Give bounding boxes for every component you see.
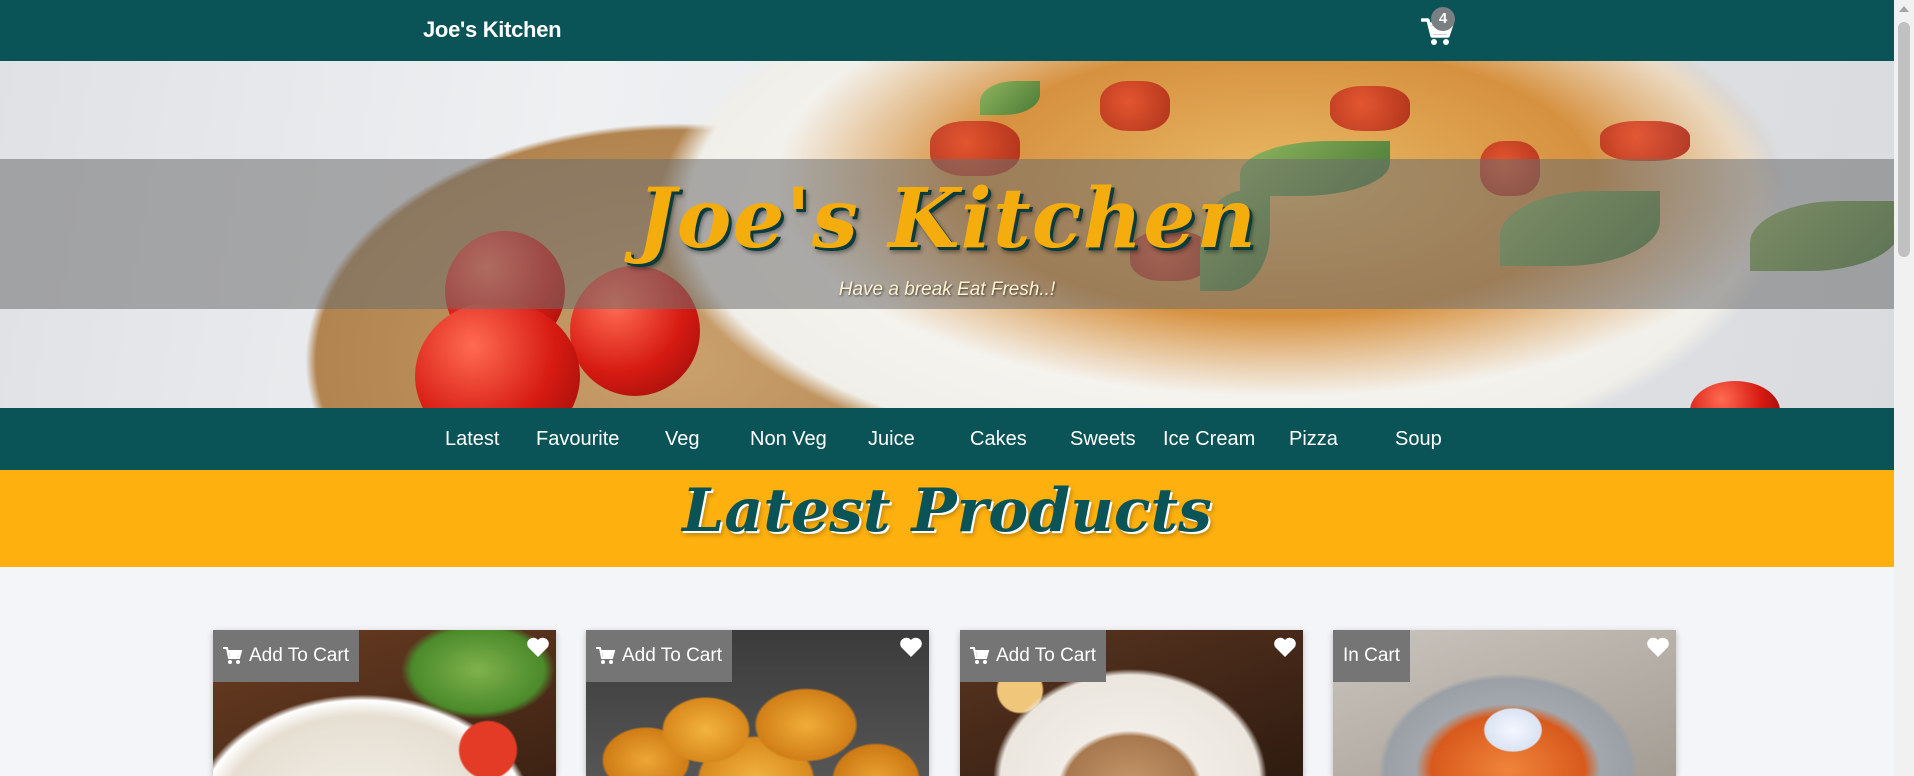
heart-icon	[527, 637, 549, 657]
hero-title: Joe's Kitchen	[636, 171, 1258, 267]
section-title: Latest Products	[682, 476, 1212, 546]
add-to-cart-label: Add To Cart	[622, 645, 722, 666]
favourite-button[interactable]	[1646, 636, 1670, 663]
top-navbar: Joe's Kitchen 4	[0, 0, 1894, 61]
heart-icon	[900, 637, 922, 657]
add-to-cart-button[interactable]: Add To Cart	[586, 630, 732, 682]
category-soup[interactable]: Soup	[1395, 428, 1442, 451]
hero-image-detail	[1600, 121, 1690, 161]
add-to-cart-label: Add To Cart	[249, 645, 349, 666]
brand-logo[interactable]: Joe's Kitchen	[423, 17, 562, 43]
scroll-up-icon[interactable]	[1899, 6, 1909, 12]
category-ice-cream[interactable]: Ice Cream	[1163, 428, 1255, 451]
cart-count-badge: 4	[1431, 7, 1455, 31]
category-pizza[interactable]: Pizza	[1289, 428, 1338, 451]
latest-products-banner: Latest Products	[0, 470, 1894, 567]
page-scrollbar[interactable]	[1894, 0, 1914, 776]
heart-icon	[1647, 637, 1669, 657]
in-cart-button[interactable]: In Cart	[1333, 630, 1411, 682]
add-to-cart-button[interactable]: Add To Cart	[960, 630, 1106, 682]
favourite-button[interactable]	[1273, 636, 1297, 663]
add-to-cart-label: Add To Cart	[996, 645, 1096, 666]
add-to-cart-button[interactable]: Add To Cart	[213, 630, 359, 682]
category-sweets[interactable]: Sweets	[1070, 428, 1136, 451]
hero-banner: Joe's Kitchen Have a break Eat Fresh..!	[0, 61, 1894, 408]
hero-image-detail	[980, 81, 1040, 115]
category-juice[interactable]: Juice	[868, 428, 915, 451]
cart-icon	[970, 647, 990, 664]
product-card[interactable]: Add To Cart	[586, 630, 929, 776]
cart-button[interactable]: 4	[1418, 7, 1468, 50]
cart-icon	[223, 647, 243, 664]
hero-image-detail	[1690, 381, 1780, 408]
heart-icon	[1274, 637, 1296, 657]
hero-subtitle: Have a break Eat Fresh..!	[838, 279, 1056, 300]
favourite-button[interactable]	[899, 636, 923, 663]
product-card[interactable]: Add To Cart	[960, 630, 1303, 776]
category-favourite[interactable]: Favourite	[536, 428, 619, 451]
in-cart-label: In Cart	[1343, 645, 1401, 666]
category-nav: Latest Favourite Veg Non Veg Juice Cakes…	[0, 408, 1894, 470]
hero-image-detail	[1100, 81, 1170, 131]
scrollbar-thumb[interactable]	[1898, 22, 1910, 257]
category-latest[interactable]: Latest	[445, 428, 499, 451]
category-cakes[interactable]: Cakes	[970, 428, 1027, 451]
cart-icon	[596, 647, 616, 664]
favourite-button[interactable]	[526, 636, 550, 663]
product-card[interactable]: Add To Cart	[213, 630, 556, 776]
category-veg[interactable]: Veg	[665, 428, 699, 451]
category-non-veg[interactable]: Non Veg	[750, 428, 827, 451]
hero-image-detail	[1330, 86, 1410, 131]
product-card[interactable]: In Cart	[1333, 630, 1676, 776]
